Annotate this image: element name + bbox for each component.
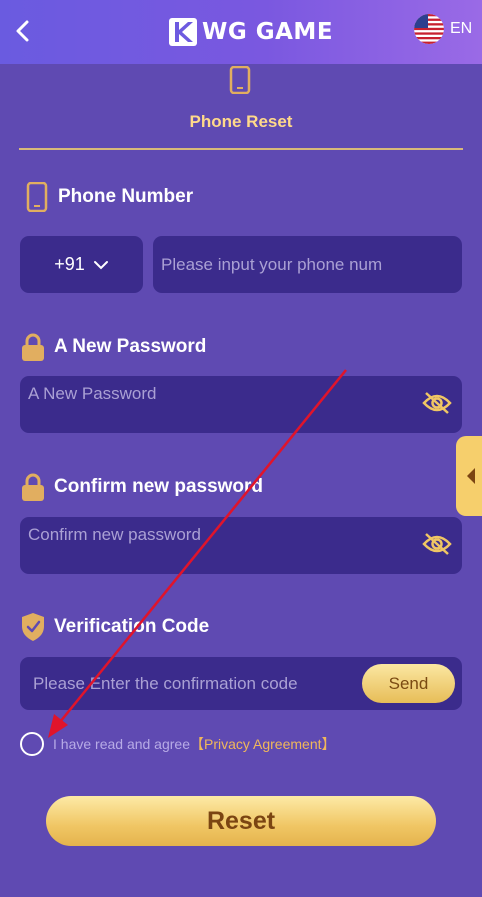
logo-mark-icon [169, 18, 197, 46]
phone-number-field [153, 236, 462, 293]
agreement-checkbox[interactable] [20, 732, 44, 756]
app-logo: WG GAME [168, 15, 333, 49]
phone-number-input[interactable] [153, 236, 462, 293]
lock-icon [22, 333, 44, 361]
new-password-title: A New Password [54, 336, 207, 357]
country-code-select[interactable]: +91 [20, 236, 143, 293]
reset-button[interactable]: Reset [46, 796, 436, 846]
eye-off-icon[interactable] [422, 390, 452, 416]
caret-left-icon [467, 468, 475, 484]
chevron-left-icon [16, 20, 29, 42]
side-drawer-handle[interactable] [456, 436, 482, 516]
new-password-input[interactable] [20, 376, 462, 433]
top-header: WG GAME EN [0, 0, 482, 64]
confirm-password-input[interactable] [20, 517, 462, 574]
shield-check-icon [22, 613, 44, 641]
lock-icon [22, 473, 44, 501]
privacy-agreement-link[interactable]: 【Privacy Agreement】 [190, 734, 336, 754]
us-flag-icon [414, 14, 444, 44]
new-password-field [20, 376, 462, 433]
confirm-password-title: Confirm new password [54, 476, 264, 497]
phone-icon [26, 182, 48, 212]
agreement-row: I have read and agree 【Privacy Agreement… [20, 732, 336, 756]
eye-off-icon[interactable] [422, 531, 452, 557]
phone-number-heading: Phone Number [24, 182, 193, 212]
back-button[interactable] [10, 16, 38, 46]
phone-icon [229, 66, 251, 94]
chevron-down-icon [93, 260, 108, 269]
confirm-password-field [20, 517, 462, 574]
new-password-heading: A New Password [20, 332, 206, 362]
verification-code-input[interactable] [20, 657, 360, 710]
tab-underline [19, 148, 463, 150]
agreement-text: I have read and agree [53, 736, 190, 752]
country-code-value: +91 [54, 254, 85, 274]
phone-number-title: Phone Number [58, 186, 194, 207]
language-label: EN [450, 20, 473, 37]
verification-code-heading: Verification Code [20, 612, 209, 642]
verification-code-title: Verification Code [54, 616, 210, 637]
confirm-password-heading: Confirm new password [20, 472, 263, 502]
language-selector[interactable]: EN [414, 14, 472, 44]
tab-label: Phone Reset [189, 112, 293, 131]
send-code-button[interactable]: Send [362, 664, 455, 703]
logo-text: WG GAME [202, 19, 334, 45]
